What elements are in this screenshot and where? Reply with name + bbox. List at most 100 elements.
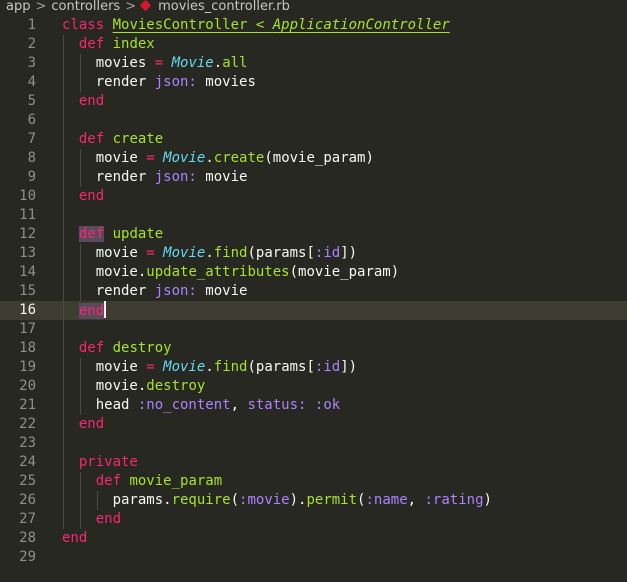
code-text: movie = Movie.find(params[:id]) xyxy=(62,244,357,263)
code-line[interactable]: 11 xyxy=(0,206,627,225)
code-editor[interactable]: 1 class MoviesController < ApplicationCon… xyxy=(0,16,627,567)
code-token: Movie xyxy=(171,55,214,71)
code-line[interactable]: 18 def destroy xyxy=(0,339,627,358)
code-token: . xyxy=(213,55,223,71)
indent-guide xyxy=(63,434,64,453)
code-line[interactable]: 15 render json: movie xyxy=(0,282,627,301)
code-text: end xyxy=(62,510,121,529)
line-number: 10 xyxy=(19,188,36,204)
code-token: movie xyxy=(62,150,147,166)
code-line[interactable]: 2 def index xyxy=(0,35,627,54)
code-token: def xyxy=(78,36,105,52)
code-token: render xyxy=(62,283,155,299)
code-line[interactable]: 28 end xyxy=(0,529,627,548)
line-number: 11 xyxy=(19,207,36,223)
line-number: 21 xyxy=(19,397,36,413)
indent-guide xyxy=(63,320,64,339)
code-text: def update xyxy=(62,225,163,244)
code-line[interactable]: 23 xyxy=(0,434,627,453)
code-line[interactable]: 6 xyxy=(0,111,627,130)
code-token: def xyxy=(78,340,105,356)
code-line[interactable]: 7 def create xyxy=(0,130,627,149)
code-token: def xyxy=(95,473,122,489)
code-token: end xyxy=(62,530,88,546)
code-line[interactable]: 27 end xyxy=(0,510,627,529)
code-line[interactable]: 5 end xyxy=(0,92,627,111)
line-number: 15 xyxy=(19,283,36,299)
code-token: movies xyxy=(196,74,256,90)
code-text: movie = Movie.create(movie_param) xyxy=(62,149,374,168)
code-text: movie.destroy xyxy=(62,377,206,396)
code-line[interactable]: 19 movie = Movie.find(params[:id]) xyxy=(0,358,627,377)
breadcrumb-app[interactable]: app xyxy=(6,0,30,14)
code-token: head xyxy=(62,397,138,413)
code-line[interactable]: 13 movie = Movie.find(params[:id]) xyxy=(0,244,627,263)
line-number: 28 xyxy=(19,530,36,546)
code-token: render xyxy=(62,169,155,185)
code-token: , xyxy=(407,492,425,508)
code-line[interactable]: 14 movie.update_attributes(movie_param) xyxy=(0,263,627,282)
code-token: :id xyxy=(314,359,341,375)
code-token: Movie xyxy=(163,150,206,166)
code-text: def create xyxy=(62,130,163,149)
code-token: (movie_param) xyxy=(264,150,374,166)
code-text: def destroy xyxy=(62,339,172,358)
ruby-file-icon xyxy=(139,0,152,12)
code-token: create xyxy=(213,150,265,166)
code-line[interactable]: 24 private xyxy=(0,453,627,472)
code-text: end xyxy=(62,529,87,548)
code-line[interactable]: 8 movie = Movie.create(movie_param) xyxy=(0,149,627,168)
code-line[interactable]: 20 movie.destroy xyxy=(0,377,627,396)
code-text: end xyxy=(62,92,104,111)
code-line[interactable]: 1 class MoviesController < ApplicationCon… xyxy=(0,16,627,35)
code-text: private xyxy=(62,453,138,472)
code-line[interactable]: 3 movies = Movie.all xyxy=(0,54,627,73)
code-line[interactable]: 29 xyxy=(0,548,627,567)
code-line[interactable]: 12 def update xyxy=(0,225,627,244)
line-number: 20 xyxy=(19,378,36,394)
code-token: def xyxy=(78,226,105,242)
code-token: find xyxy=(213,245,248,261)
code-token: :name xyxy=(365,492,408,508)
code-token: :rating xyxy=(424,492,484,508)
breadcrumb-controllers[interactable]: controllers xyxy=(51,0,120,14)
code-line[interactable]: 26 params.require(:movie).permit(:name, … xyxy=(0,491,627,510)
indent-guide xyxy=(63,206,64,225)
code-line[interactable]: 16 end xyxy=(0,301,627,320)
code-token: private xyxy=(78,454,138,470)
code-token: (params[ xyxy=(247,359,315,375)
breadcrumb-file[interactable]: movies_controller.rb xyxy=(158,0,290,14)
code-token: = xyxy=(146,245,155,261)
code-token: movie. xyxy=(62,264,147,280)
code-token: json: xyxy=(154,74,197,90)
code-line[interactable]: 10 end xyxy=(0,187,627,206)
code-token: movie xyxy=(62,245,147,261)
code-token: end xyxy=(78,188,105,204)
code-token: render xyxy=(62,74,155,90)
code-line[interactable]: 21 head :no_content, status: :ok xyxy=(0,396,627,415)
line-number: 19 xyxy=(19,359,36,375)
code-line[interactable]: 22 end xyxy=(0,415,627,434)
code-token: :movie xyxy=(239,492,290,508)
code-line[interactable]: 4 render json: movies xyxy=(0,73,627,92)
line-number: 24 xyxy=(19,454,36,470)
code-token: :ok xyxy=(314,397,341,413)
code-line[interactable]: 25 def movie_param xyxy=(0,472,627,491)
code-text: def movie_param xyxy=(62,472,222,491)
code-line[interactable]: 17 xyxy=(0,320,627,339)
code-token: ) xyxy=(483,492,492,508)
code-token: , xyxy=(230,397,248,413)
code-line[interactable]: 9 render json: movie xyxy=(0,168,627,187)
